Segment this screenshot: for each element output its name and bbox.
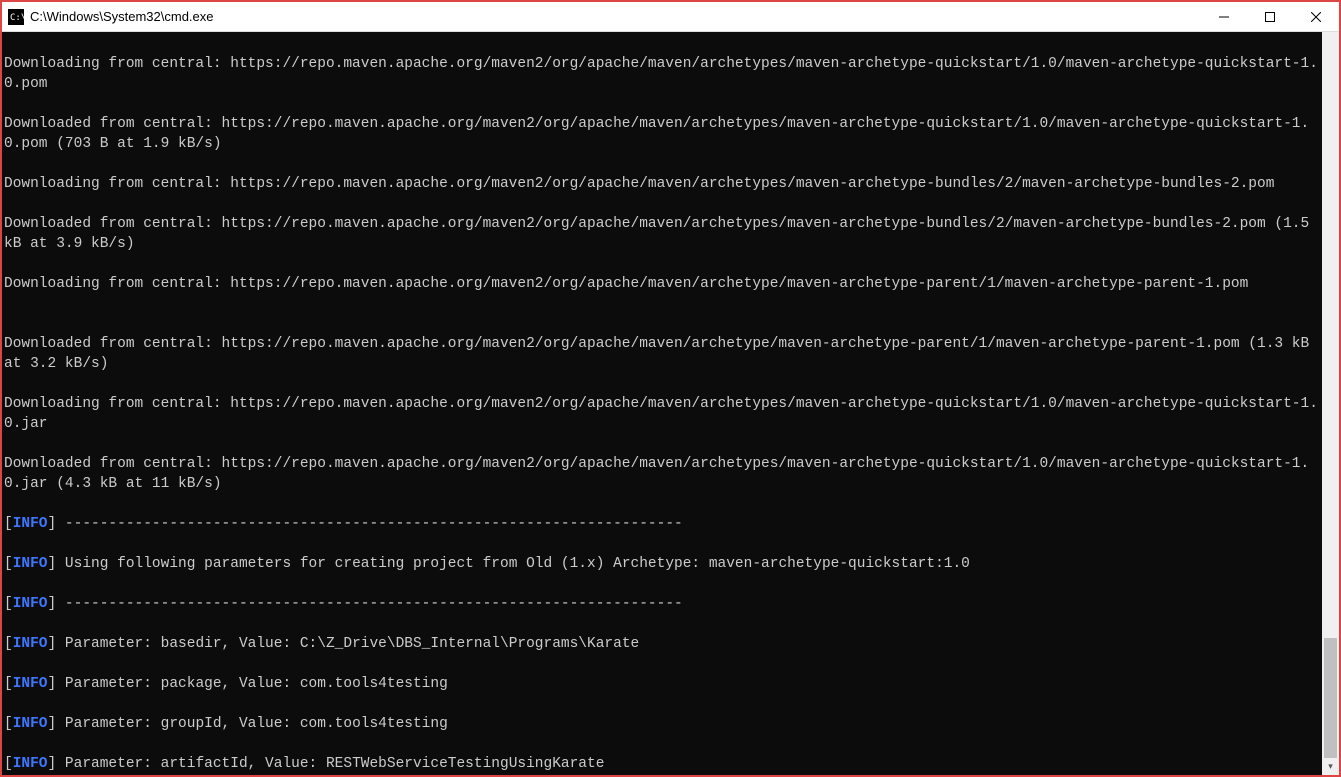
svg-text:C:\: C:\ [10,13,24,23]
maximize-button[interactable] [1247,2,1293,32]
minimize-button[interactable] [1201,2,1247,32]
info-line: [INFO] Parameter: package, Value: com.to… [4,674,1322,694]
info-line: [INFO] Parameter: groupId, Value: com.to… [4,714,1322,734]
log-line: Downloading from central: https://repo.m… [4,394,1322,434]
log-line: Downloaded from central: https://repo.ma… [4,114,1322,154]
scroll-down-icon[interactable]: ▾ [1322,758,1339,775]
cmd-icon: C:\ [8,9,24,25]
window-titlebar: C:\ C:\Windows\System32\cmd.exe [2,2,1339,32]
log-line: Downloaded from central: https://repo.ma… [4,214,1322,254]
info-line: [INFO] ---------------------------------… [4,514,1322,534]
log-line: Downloaded from central: https://repo.ma… [4,454,1322,494]
info-line: [INFO] ---------------------------------… [4,594,1322,614]
scrollbar-thumb[interactable] [1324,638,1337,758]
terminal-output[interactable]: Downloading from central: https://repo.m… [2,32,1322,775]
log-line: Downloading from central: https://repo.m… [4,174,1322,194]
close-button[interactable] [1293,2,1339,32]
window-title: C:\Windows\System32\cmd.exe [30,9,1201,24]
info-line: [INFO] Using following parameters for cr… [4,554,1322,574]
log-line: Downloading from central: https://repo.m… [4,274,1322,294]
info-line: [INFO] Parameter: basedir, Value: C:\Z_D… [4,634,1322,654]
log-line: Downloaded from central: https://repo.ma… [4,334,1322,374]
vertical-scrollbar[interactable]: ▾ [1322,32,1339,775]
info-line: [INFO] Parameter: artifactId, Value: RES… [4,754,1322,774]
log-line: Downloading from central: https://repo.m… [4,54,1322,94]
